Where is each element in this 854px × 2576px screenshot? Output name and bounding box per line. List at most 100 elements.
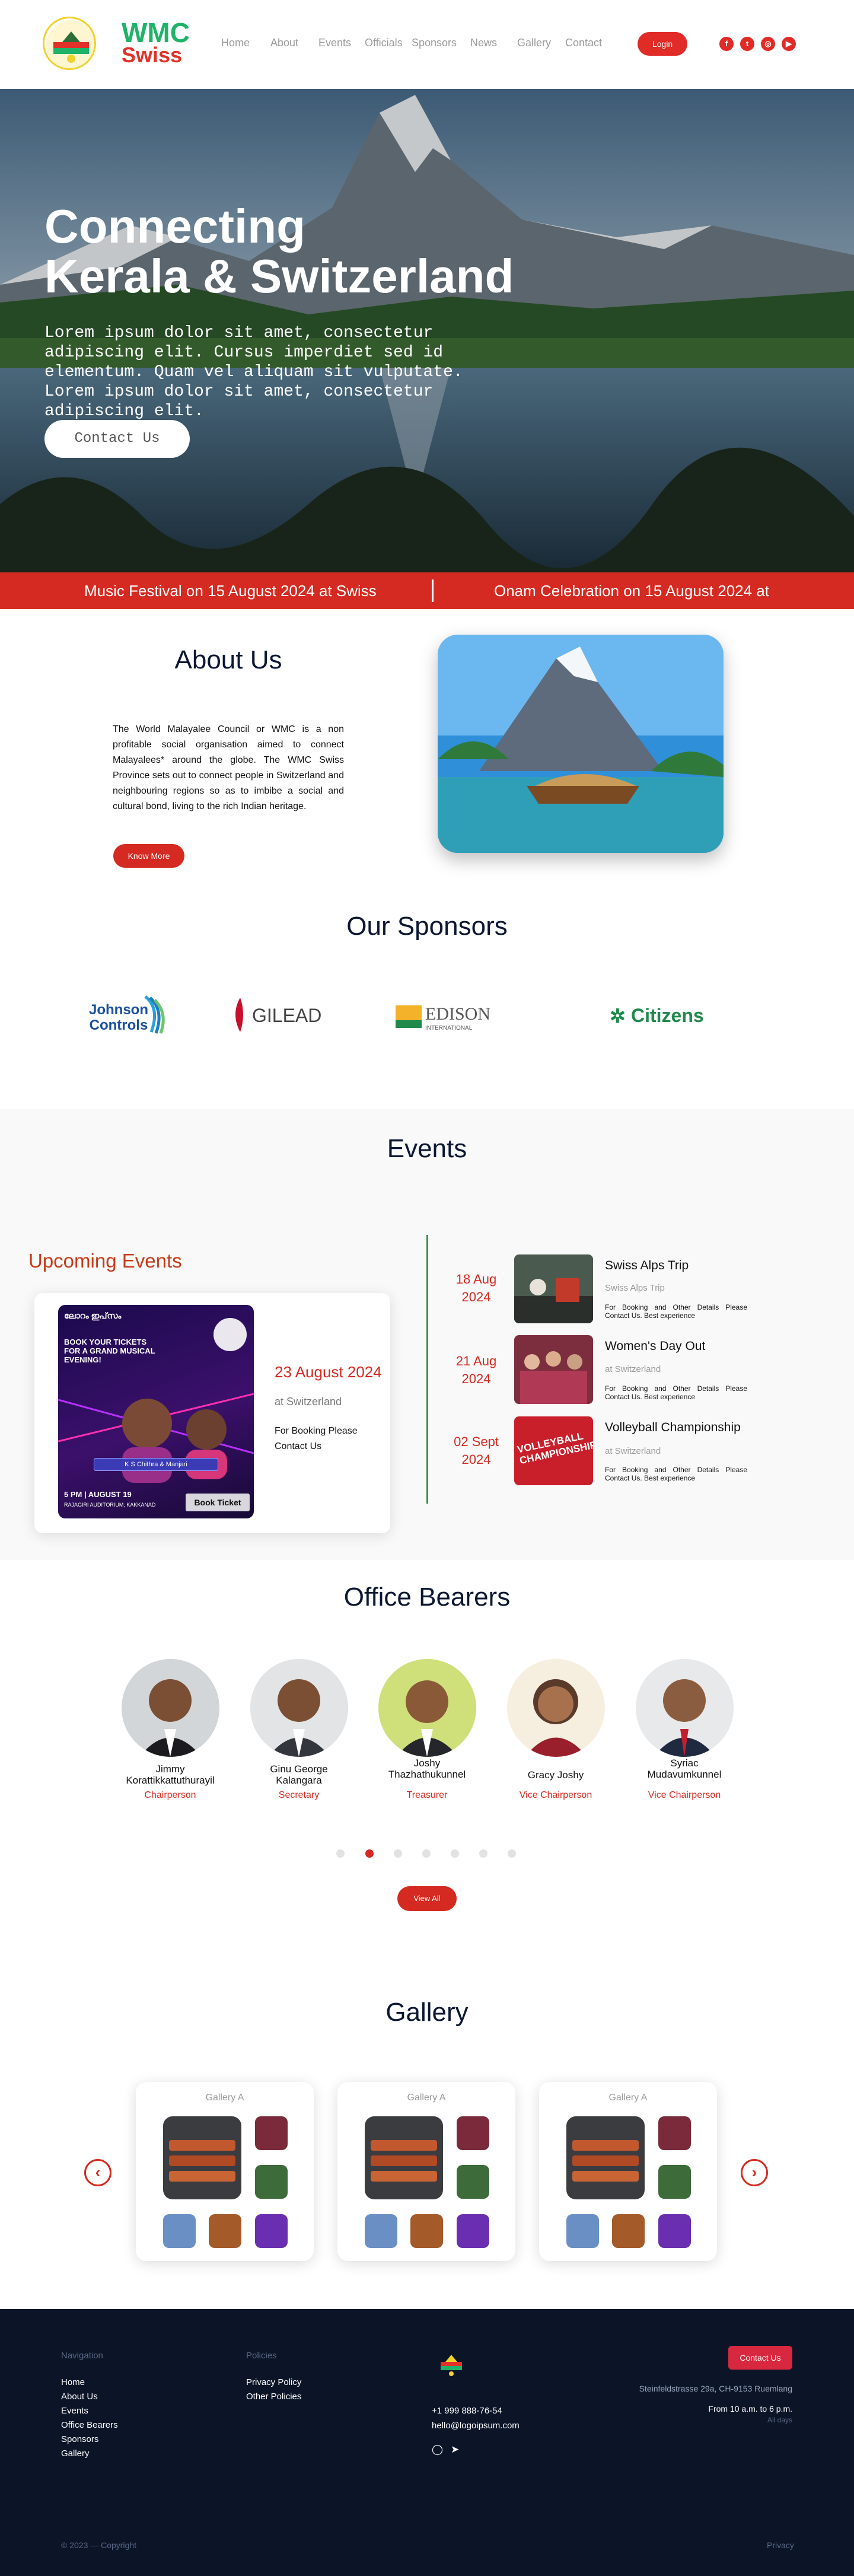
sponsor-logo-edison[interactable]: EDISON INTERNATIONAL — [394, 985, 513, 1044]
bearer-role: Vice Chairperson — [519, 1790, 592, 1800]
event-thumbnail[interactable] — [514, 1335, 593, 1404]
gallery-thumbnail[interactable] — [658, 2165, 691, 2199]
gallery-thumbnail[interactable] — [255, 2116, 288, 2150]
gallery-thumbnail[interactable] — [255, 2165, 288, 2199]
nav-about[interactable]: About — [270, 37, 298, 49]
footer-nav-gallery[interactable]: Gallery — [61, 2448, 90, 2459]
footer-logo[interactable] — [435, 2348, 468, 2381]
footer-nav-office-bearers[interactable]: Office Bearers — [61, 2420, 118, 2430]
gallery-thumbnail[interactable] — [612, 2214, 645, 2248]
carousel-dot[interactable] — [508, 1849, 516, 1858]
whatsapp-icon[interactable]: ◯ — [432, 2444, 443, 2456]
gallery-card[interactable]: Gallery A — [136, 2082, 314, 2261]
event-date: 18 Aug 2024 — [448, 1271, 505, 1306]
poster-venue: RAJAGIRI AUDITORIUM, KAKKANAD — [64, 1502, 156, 1508]
book-ticket-button[interactable]: Book Ticket — [186, 1494, 250, 1511]
event-thumbnail[interactable]: VOLLEYBALL CHAMPIONSHIP — [514, 1416, 593, 1485]
events-title: Events — [387, 1134, 467, 1163]
ticker-item[interactable]: Onam Celebration on 15 August 2024 at — [494, 582, 769, 600]
footer-privacy-policy-link[interactable]: Privacy Policy — [246, 2377, 301, 2387]
featured-event-card[interactable]: ലോറം ഇപ്‌സം BOOK YOUR TICKETS FOR A GRAN… — [34, 1293, 390, 1533]
gallery-next-arrow-icon[interactable]: › — [741, 2159, 768, 2186]
bearer-name-line: Joshy — [413, 1757, 441, 1769]
telegram-icon[interactable]: ➤ — [451, 2444, 459, 2456]
nav-events[interactable]: Events — [318, 37, 351, 49]
event-title[interactable]: Women's Day Out — [605, 1339, 705, 1354]
gallery-thumbnail[interactable] — [209, 2214, 241, 2248]
nav-officials[interactable]: Officials — [365, 37, 403, 49]
twitter-icon[interactable]: t — [740, 37, 754, 51]
gallery-thumbnail[interactable] — [457, 2116, 489, 2150]
gallery-thumbnail[interactable] — [658, 2116, 691, 2150]
gallery-thumbnail[interactable] — [365, 2214, 397, 2248]
event-title[interactable]: Volleyball Championship — [605, 1421, 741, 1435]
gallery-thumbnail[interactable] — [255, 2214, 288, 2248]
bearer-name: Joshy Thazhathukunnel — [374, 1757, 480, 1780]
event-location: at Switzerland — [605, 1364, 661, 1374]
carousel-dot[interactable] — [365, 1849, 374, 1858]
event-title[interactable]: Swiss Alps Trip — [605, 1259, 689, 1273]
gallery-main-image[interactable] — [566, 2116, 645, 2199]
avatar[interactable] — [122, 1659, 219, 1757]
carousel-dot[interactable] — [422, 1849, 431, 1858]
event-thumbnail[interactable] — [514, 1254, 593, 1323]
event-description: For Booking and Other Details Please Con… — [605, 1384, 747, 1401]
youtube-icon[interactable]: ▶ — [782, 37, 796, 51]
sponsor-logo-citizens[interactable]: ✲ Citizens — [610, 985, 722, 1044]
avatar[interactable] — [250, 1659, 348, 1757]
gallery-thumbnail[interactable] — [457, 2165, 489, 2199]
footer-phone[interactable]: +1 999 888-76-54 — [432, 2406, 502, 2416]
gallery-thumbnail[interactable] — [457, 2214, 489, 2248]
carousel-dot[interactable] — [336, 1849, 345, 1858]
footer-contact-button[interactable]: Contact Us — [728, 2346, 792, 2370]
gallery-card-label: Gallery A — [205, 2093, 244, 2103]
ticker-item[interactable]: Music Festival on 15 August 2024 at Swis… — [84, 582, 377, 600]
gallery-main-image[interactable] — [163, 2116, 241, 2199]
avatar[interactable] — [507, 1659, 605, 1757]
sponsor-logo-gilead[interactable]: GILEAD — [228, 985, 323, 1044]
carousel-dot[interactable] — [394, 1849, 402, 1858]
wmc-logo[interactable] — [43, 17, 96, 70]
sponsors-title: Our Sponsors — [346, 912, 508, 941]
view-all-button[interactable]: View All — [397, 1886, 457, 1911]
avatar[interactable] — [636, 1659, 734, 1757]
gallery-thumbnail[interactable] — [410, 2214, 443, 2248]
nav-home[interactable]: Home — [221, 37, 250, 49]
footer-other-policies-link[interactable]: Other Policies — [246, 2392, 301, 2402]
sponsor-logo-johnson-controls[interactable]: Johnson Controls — [80, 985, 181, 1044]
footer-privacy-link[interactable]: Privacy — [767, 2540, 794, 2550]
nav-sponsors[interactable]: Sponsors — [412, 37, 457, 49]
footer-nav-home[interactable]: Home — [61, 2377, 85, 2387]
gallery-prev-arrow-icon[interactable]: ‹ — [84, 2159, 111, 2186]
footer-nav-sponsors[interactable]: Sponsors — [61, 2434, 98, 2444]
sponsor-name: Johnson Controls — [89, 1002, 148, 1033]
footer-nav-events[interactable]: Events — [61, 2406, 88, 2416]
know-more-button[interactable]: Know More — [113, 844, 184, 868]
gallery-main-image[interactable] — [365, 2116, 443, 2199]
carousel-dot[interactable] — [479, 1849, 487, 1858]
carousel-dot[interactable] — [451, 1849, 459, 1858]
footer-email[interactable]: hello@logoipsum.com — [432, 2421, 520, 2431]
office-bearers-title: Office Bearers — [343, 1582, 511, 1612]
footer-nav-about[interactable]: About Us — [61, 2392, 98, 2402]
gallery-thumbnail[interactable] — [566, 2214, 599, 2248]
gallery-card[interactable]: Gallery A — [337, 2082, 515, 2261]
poster-time: 5 PM | AUGUST 19 — [64, 1490, 132, 1499]
bearer-role: Chairperson — [144, 1790, 196, 1800]
instagram-icon[interactable]: ◎ — [761, 37, 775, 51]
login-button[interactable]: Login — [638, 32, 687, 56]
gallery-thumbnail[interactable] — [658, 2214, 691, 2248]
event-date-year: 2024 — [461, 1289, 491, 1304]
footer-address: Steinfeldstrasse 29a, CH-9153 Ruemlang — [639, 2384, 792, 2393]
hero-title-line-1: Connecting — [44, 200, 305, 253]
gallery-card[interactable]: Gallery A — [539, 2082, 717, 2261]
avatar[interactable] — [378, 1659, 476, 1757]
volleyball-thumb-text: VOLLEYBALL CHAMPIONSHIP — [516, 1430, 593, 1467]
contact-us-button[interactable]: Contact Us — [44, 420, 190, 458]
nav-news[interactable]: News — [470, 37, 497, 49]
gallery-thumbnail[interactable] — [163, 2214, 196, 2248]
nav-contact[interactable]: Contact — [565, 37, 602, 49]
ticker-divider — [432, 579, 434, 602]
facebook-icon[interactable]: f — [719, 37, 734, 51]
nav-gallery[interactable]: Gallery — [517, 37, 551, 49]
